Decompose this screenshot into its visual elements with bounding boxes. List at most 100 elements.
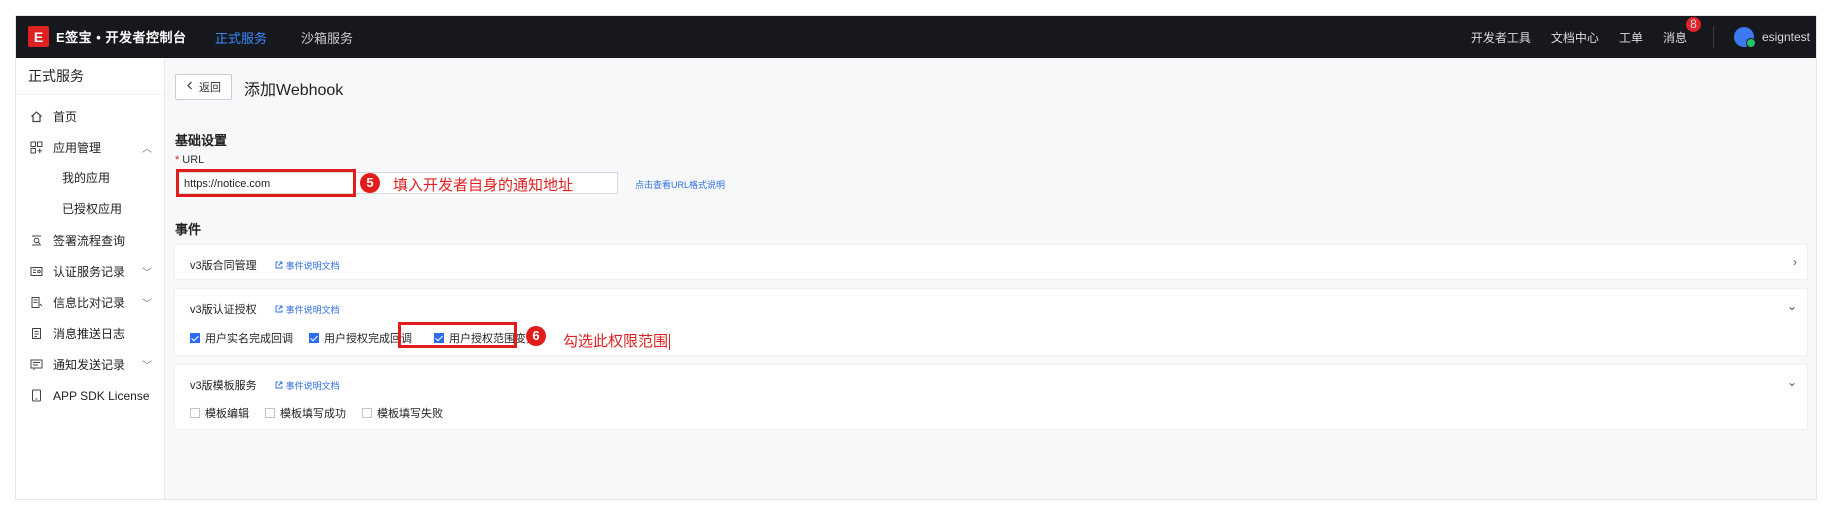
checkbox-label: 用户实名完成回调 [205,333,293,345]
sidebar-item-label: 信息比对记录 [53,296,126,310]
messages-label: 消息 [1662,30,1687,45]
sidebar-item-label: 签署流程查询 [53,234,126,248]
sidebar-item-label: APP SDK License [53,388,150,403]
page-title: 添加Webhook [244,82,344,99]
checkbox-realname-callback[interactable]: 用户实名完成回调 [190,330,293,346]
messages-badge: 8 [1685,16,1701,32]
event-doc-link[interactable]: 事件说明文档 [275,303,340,316]
sidebar-title: 正式服务 [16,58,164,95]
url-format-help-link[interactable]: 点击查看URL格式说明 [635,178,725,191]
home-icon [29,110,43,124]
event-doc-link-label: 事件说明文档 [285,260,340,271]
event-group-header[interactable]: v3版模板服务 事件说明文档 [190,377,340,393]
external-link-icon [275,261,283,269]
compare-icon [29,296,43,310]
sidebar-item-label: 通知发送记录 [53,358,126,372]
sidebar-item-my-apps[interactable]: 我的应用 [16,163,164,194]
logo[interactable]: E E签宝 • 开发者控制台 [28,26,186,47]
tickets-link[interactable]: 工单 [1619,29,1643,46]
sidebar-item-label: 首页 [53,110,78,124]
step-6-marker: 6 [526,326,546,346]
checkbox-auth-complete-callback[interactable]: 用户授权完成回调 [309,330,412,346]
highlight-box-url [176,169,356,197]
sidebar-item-push-logs[interactable]: 消息推送日志 [16,318,164,349]
checkbox-checked [190,333,200,343]
checkbox-template-fill-failed[interactable]: 模板填写失败 [362,405,443,421]
chevron-up-icon: ︿ [142,144,152,155]
main-content: 返回 添加Webhook 基础设置 * URL https://notice.co… [165,58,1816,499]
notice-icon [29,358,43,372]
event-group-template: v3版模板服务 事件说明文档 ⌄ 模板编辑 模板填写成功 模板填写失败 [174,364,1808,430]
apps-icon [29,141,43,155]
chevron-down-icon: ﹀ [142,268,152,279]
chevron-left-icon [186,81,193,93]
dev-tools-link[interactable]: 开发者工具 [1471,29,1531,46]
chevron-right-icon[interactable]: › [1793,255,1797,269]
annotation-scope-text: 勾选此权限范围 [563,333,669,350]
tablet-icon [29,389,43,403]
event-group-contract[interactable]: v3版合同管理 事件说明文档 › [174,244,1808,280]
username: esigntest [1761,30,1810,44]
checkbox-checked [309,333,319,343]
search-doc-icon [29,234,43,248]
sidebar-item-auth-records[interactable]: 认证服务记录 ﹀ [16,256,164,287]
sidebar-item-app-management[interactable]: 应用管理 ︿ [16,132,164,163]
user-menu[interactable]: esigntest [1733,27,1810,48]
docs-link[interactable]: 文档中心 [1551,29,1599,46]
logo-text: E签宝 • 开发者控制台 [56,30,187,45]
sidebar-item-home[interactable]: 首页 [16,101,164,132]
event-group-header[interactable]: v3版认证授权 事件说明文档 [190,301,340,317]
required-mark: * [175,154,180,166]
avatar [1733,27,1756,48]
highlight-box-scope [398,322,517,348]
top-right-nav: 开发者工具 文档中心 工单 消息 8 esigntest [1471,16,1816,58]
sidebar-item-authorized-apps[interactable]: 已授权应用 [16,194,164,225]
sidebar-item-compare-records[interactable]: 信息比对记录 ﹀ [16,287,164,318]
checkbox-unchecked [190,408,200,418]
event-group-header: v3版合同管理 事件说明文档 [190,257,340,273]
log-icon [29,327,43,341]
event-group-name: v3版认证授权 [190,304,257,316]
checkbox-template-fill-success[interactable]: 模板填写成功 [265,405,346,421]
text-cursor [669,334,671,351]
sidebar-item-label: 应用管理 [53,141,102,155]
chevron-down-icon: ﹀ [142,299,152,310]
sidebar-item-app-sdk-license[interactable]: APP SDK License [16,380,164,411]
checkbox-label: 模板填写成功 [280,408,346,420]
external-link-icon [275,305,283,313]
checkbox-label: 模板编辑 [205,408,249,420]
back-label: 返回 [199,82,221,94]
sidebar: 正式服务 首页 应用管理 ︿ 我的应用 已授权应用 签署流程查询 认证服务记录 … [16,58,165,499]
url-label-text: URL [182,154,205,166]
checkbox-unchecked [265,408,275,418]
messages-link[interactable]: 消息 8 [1662,16,1701,46]
event-doc-link[interactable]: 事件说明文档 [275,379,340,392]
checkbox-template-edit[interactable]: 模板编辑 [190,405,249,421]
top-bar: E E签宝 • 开发者控制台 正式服务 沙箱服务 开发者工具 文档中心 工单 消… [16,16,1816,58]
url-label: * URL [175,154,204,166]
logo-mark: E [28,26,49,47]
event-doc-link[interactable]: 事件说明文档 [275,259,340,272]
chevron-down-icon[interactable]: ⌄ [1787,299,1797,313]
chevron-down-icon: ﹀ [142,361,152,372]
event-group-name: v3版合同管理 [190,260,257,272]
chevron-down-icon[interactable]: ⌄ [1787,375,1797,389]
step-5-marker: 5 [360,173,380,193]
external-link-icon [275,381,283,389]
event-doc-link-label: 事件说明文档 [285,304,340,315]
nav-sandbox[interactable]: 沙箱服务 [301,28,353,47]
sidebar-item-sign-flow-query[interactable]: 签署流程查询 [16,225,164,256]
events-title: 事件 [175,222,202,237]
id-card-icon [29,265,43,279]
annotation-scope: 勾选此权限范围 [563,330,671,351]
checkbox-unchecked [362,408,372,418]
event-group-name: v3版模板服务 [190,380,257,392]
checkbox-label: 模板填写失败 [377,408,443,420]
event-doc-link-label: 事件说明文档 [285,380,340,391]
annotation-url: 填入开发者自身的通知地址 [393,177,574,194]
back-button[interactable]: 返回 [175,74,232,100]
nav-production[interactable]: 正式服务 [215,28,267,47]
app-window: E E签宝 • 开发者控制台 正式服务 沙箱服务 开发者工具 文档中心 工单 消… [16,16,1816,499]
sidebar-item-notice-records[interactable]: 通知发送记录 ﹀ [16,349,164,380]
divider [1712,26,1714,48]
